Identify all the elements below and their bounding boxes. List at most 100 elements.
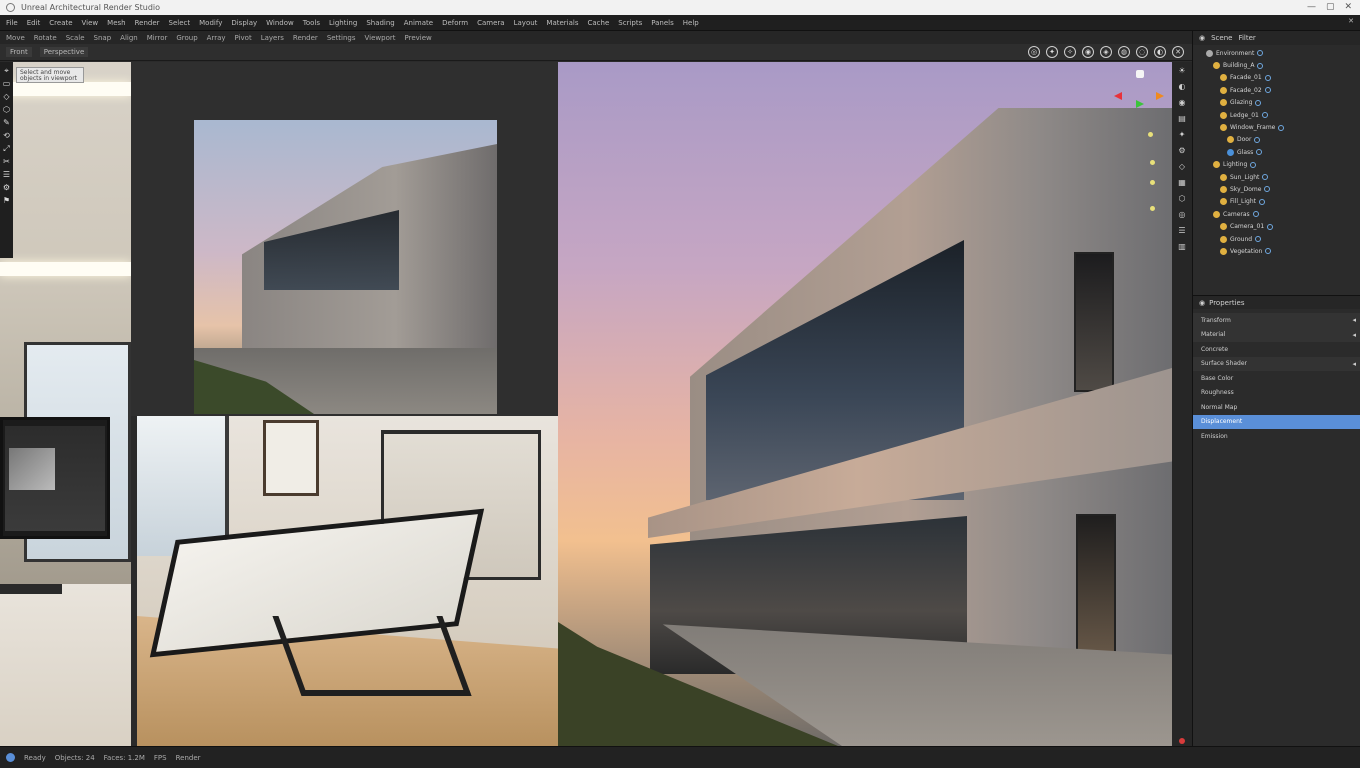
toolbar-mirror-button[interactable]: Mirror: [147, 34, 168, 42]
side-strip-icon[interactable]: ▦: [1177, 178, 1187, 188]
property-row[interactable]: Normal Map: [1193, 400, 1360, 415]
left-tool-icon[interactable]: ▭: [2, 79, 11, 88]
outliner-row[interactable]: Sun_Light: [1193, 171, 1360, 183]
visibility-icon[interactable]: [1255, 236, 1262, 243]
visibility-icon[interactable]: [1254, 136, 1261, 143]
menu-item-deform[interactable]: Deform: [442, 19, 468, 27]
left-tool-icon[interactable]: ⚑: [2, 196, 11, 205]
visibility-icon[interactable]: [1252, 211, 1259, 218]
toolbar-array-button[interactable]: Array: [207, 34, 226, 42]
menu-item-mesh[interactable]: Mesh: [107, 19, 125, 27]
side-strip-icon[interactable]: ◎: [1177, 210, 1187, 220]
toolbar-snap-button[interactable]: Snap: [94, 34, 112, 42]
left-tool-icon[interactable]: ⤢: [2, 144, 11, 153]
side-strip-icon[interactable]: ☀: [1177, 66, 1187, 76]
side-strip-icon[interactable]: ▤: [1177, 114, 1187, 124]
menu-item-create[interactable]: Create: [49, 19, 72, 27]
outliner-row[interactable]: Facade_01: [1193, 72, 1360, 84]
side-strip-icon[interactable]: ◇: [1177, 162, 1187, 172]
side-strip-icon[interactable]: ⚙: [1177, 146, 1187, 156]
toolbar-viewport-button[interactable]: Viewport: [365, 34, 396, 42]
expand-icon[interactable]: ◂: [1352, 331, 1356, 339]
toolbar-preview-button[interactable]: Preview: [405, 34, 432, 42]
gizmo-dot-icon[interactable]: [1150, 206, 1155, 211]
toolbar-group-button[interactable]: Group: [176, 34, 197, 42]
navigation-gizmo[interactable]: [1110, 70, 1170, 220]
menu-item-help[interactable]: Help: [683, 19, 699, 27]
left-tool-icon[interactable]: ✎: [2, 118, 11, 127]
menu-item-layout[interactable]: Layout: [514, 19, 538, 27]
visibility-icon[interactable]: [1264, 186, 1271, 193]
menu-item-window[interactable]: Window: [266, 19, 294, 27]
viewport-tool-icon[interactable]: ✧: [1064, 46, 1076, 58]
outliner-row[interactable]: Environment: [1193, 47, 1360, 59]
menu-item-animate[interactable]: Animate: [404, 19, 433, 27]
record-icon[interactable]: [1179, 738, 1185, 744]
viewport-tool-icon[interactable]: ◈: [1100, 46, 1112, 58]
menu-item-camera[interactable]: Camera: [477, 19, 504, 27]
viewport-tool-icon[interactable]: ◍: [1118, 46, 1130, 58]
property-row[interactable]: Transform ◂: [1193, 313, 1360, 328]
property-row[interactable]: Base Color: [1193, 371, 1360, 386]
visibility-icon[interactable]: [1262, 174, 1269, 181]
outliner-filter[interactable]: Filter: [1238, 34, 1255, 42]
visibility-icon[interactable]: [1265, 248, 1272, 255]
outliner-row[interactable]: Facade_02: [1193, 84, 1360, 96]
outliner-row[interactable]: Fill_Light: [1193, 196, 1360, 208]
visibility-icon[interactable]: [1257, 50, 1264, 57]
visibility-icon[interactable]: [1264, 87, 1271, 94]
outliner-row[interactable]: Glass: [1193, 146, 1360, 158]
menu-item-panels[interactable]: Panels: [651, 19, 674, 27]
menu-item-edit[interactable]: Edit: [27, 19, 41, 27]
outliner-row[interactable]: Vegetation: [1193, 245, 1360, 257]
visibility-icon[interactable]: [1278, 124, 1285, 131]
viewport-tool-icon[interactable]: ✕: [1172, 46, 1184, 58]
left-tool-icon[interactable]: ☰: [2, 170, 11, 179]
visibility-icon[interactable]: [1259, 198, 1265, 205]
expand-icon[interactable]: ◂: [1352, 316, 1356, 324]
visibility-icon[interactable]: [1256, 149, 1263, 156]
menu-item-shading[interactable]: Shading: [366, 19, 394, 27]
left-tool-icon[interactable]: ⟲: [2, 131, 11, 140]
toolbar-move-button[interactable]: Move: [6, 34, 25, 42]
outliner-row[interactable]: Lighting: [1193, 159, 1360, 171]
outliner-row[interactable]: Building_A: [1193, 59, 1360, 71]
maximize-button[interactable]: ▢: [1326, 2, 1335, 12]
visibility-icon[interactable]: [1264, 74, 1271, 81]
outliner-row[interactable]: Ground: [1193, 233, 1360, 245]
side-strip-icon[interactable]: ⬡: [1177, 194, 1187, 204]
property-row[interactable]: Concrete: [1193, 342, 1360, 357]
menu-item-view[interactable]: View: [82, 19, 99, 27]
tab-perspective[interactable]: Perspective: [39, 47, 89, 57]
gizmo-dot-icon[interactable]: [1150, 160, 1155, 165]
left-tool-icon[interactable]: ⌖: [2, 66, 11, 75]
visibility-icon[interactable]: [1255, 99, 1262, 106]
close-icon[interactable]: ✕: [1348, 17, 1354, 25]
viewport-tool-icon[interactable]: ◐: [1154, 46, 1166, 58]
visibility-icon[interactable]: [1257, 62, 1264, 69]
menu-item-materials[interactable]: Materials: [546, 19, 578, 27]
menu-item-lighting[interactable]: Lighting: [329, 19, 357, 27]
side-strip-icon[interactable]: ◉: [1177, 98, 1187, 108]
menu-item-tools[interactable]: Tools: [303, 19, 320, 27]
viewport-tool-icon[interactable]: ✦: [1046, 46, 1058, 58]
gizmo-dot-icon[interactable]: [1148, 132, 1153, 137]
outliner-title[interactable]: Scene: [1211, 34, 1232, 42]
visibility-icon[interactable]: [1261, 112, 1268, 119]
gizmo-y-axis-icon[interactable]: [1136, 100, 1144, 108]
toolbar-pivot-button[interactable]: Pivot: [235, 34, 252, 42]
toolbar-align-button[interactable]: Align: [120, 34, 138, 42]
visibility-icon[interactable]: [1267, 223, 1274, 230]
gizmo-z-axis-icon[interactable]: [1156, 92, 1164, 100]
menu-item-render[interactable]: Render: [135, 19, 160, 27]
toolbar-scale-button[interactable]: Scale: [66, 34, 85, 42]
menu-item-scripts[interactable]: Scripts: [618, 19, 642, 27]
visibility-icon[interactable]: [1250, 161, 1257, 168]
property-row[interactable]: Surface Shader ◂: [1193, 356, 1360, 371]
outliner-row[interactable]: Glazing: [1193, 97, 1360, 109]
side-strip-icon[interactable]: ◐: [1177, 82, 1187, 92]
property-row[interactable]: Material ◂: [1193, 327, 1360, 342]
gizmo-dot-icon[interactable]: [1150, 180, 1155, 185]
outliner-row[interactable]: Cameras: [1193, 208, 1360, 220]
toolbar-render-button[interactable]: Render: [293, 34, 318, 42]
